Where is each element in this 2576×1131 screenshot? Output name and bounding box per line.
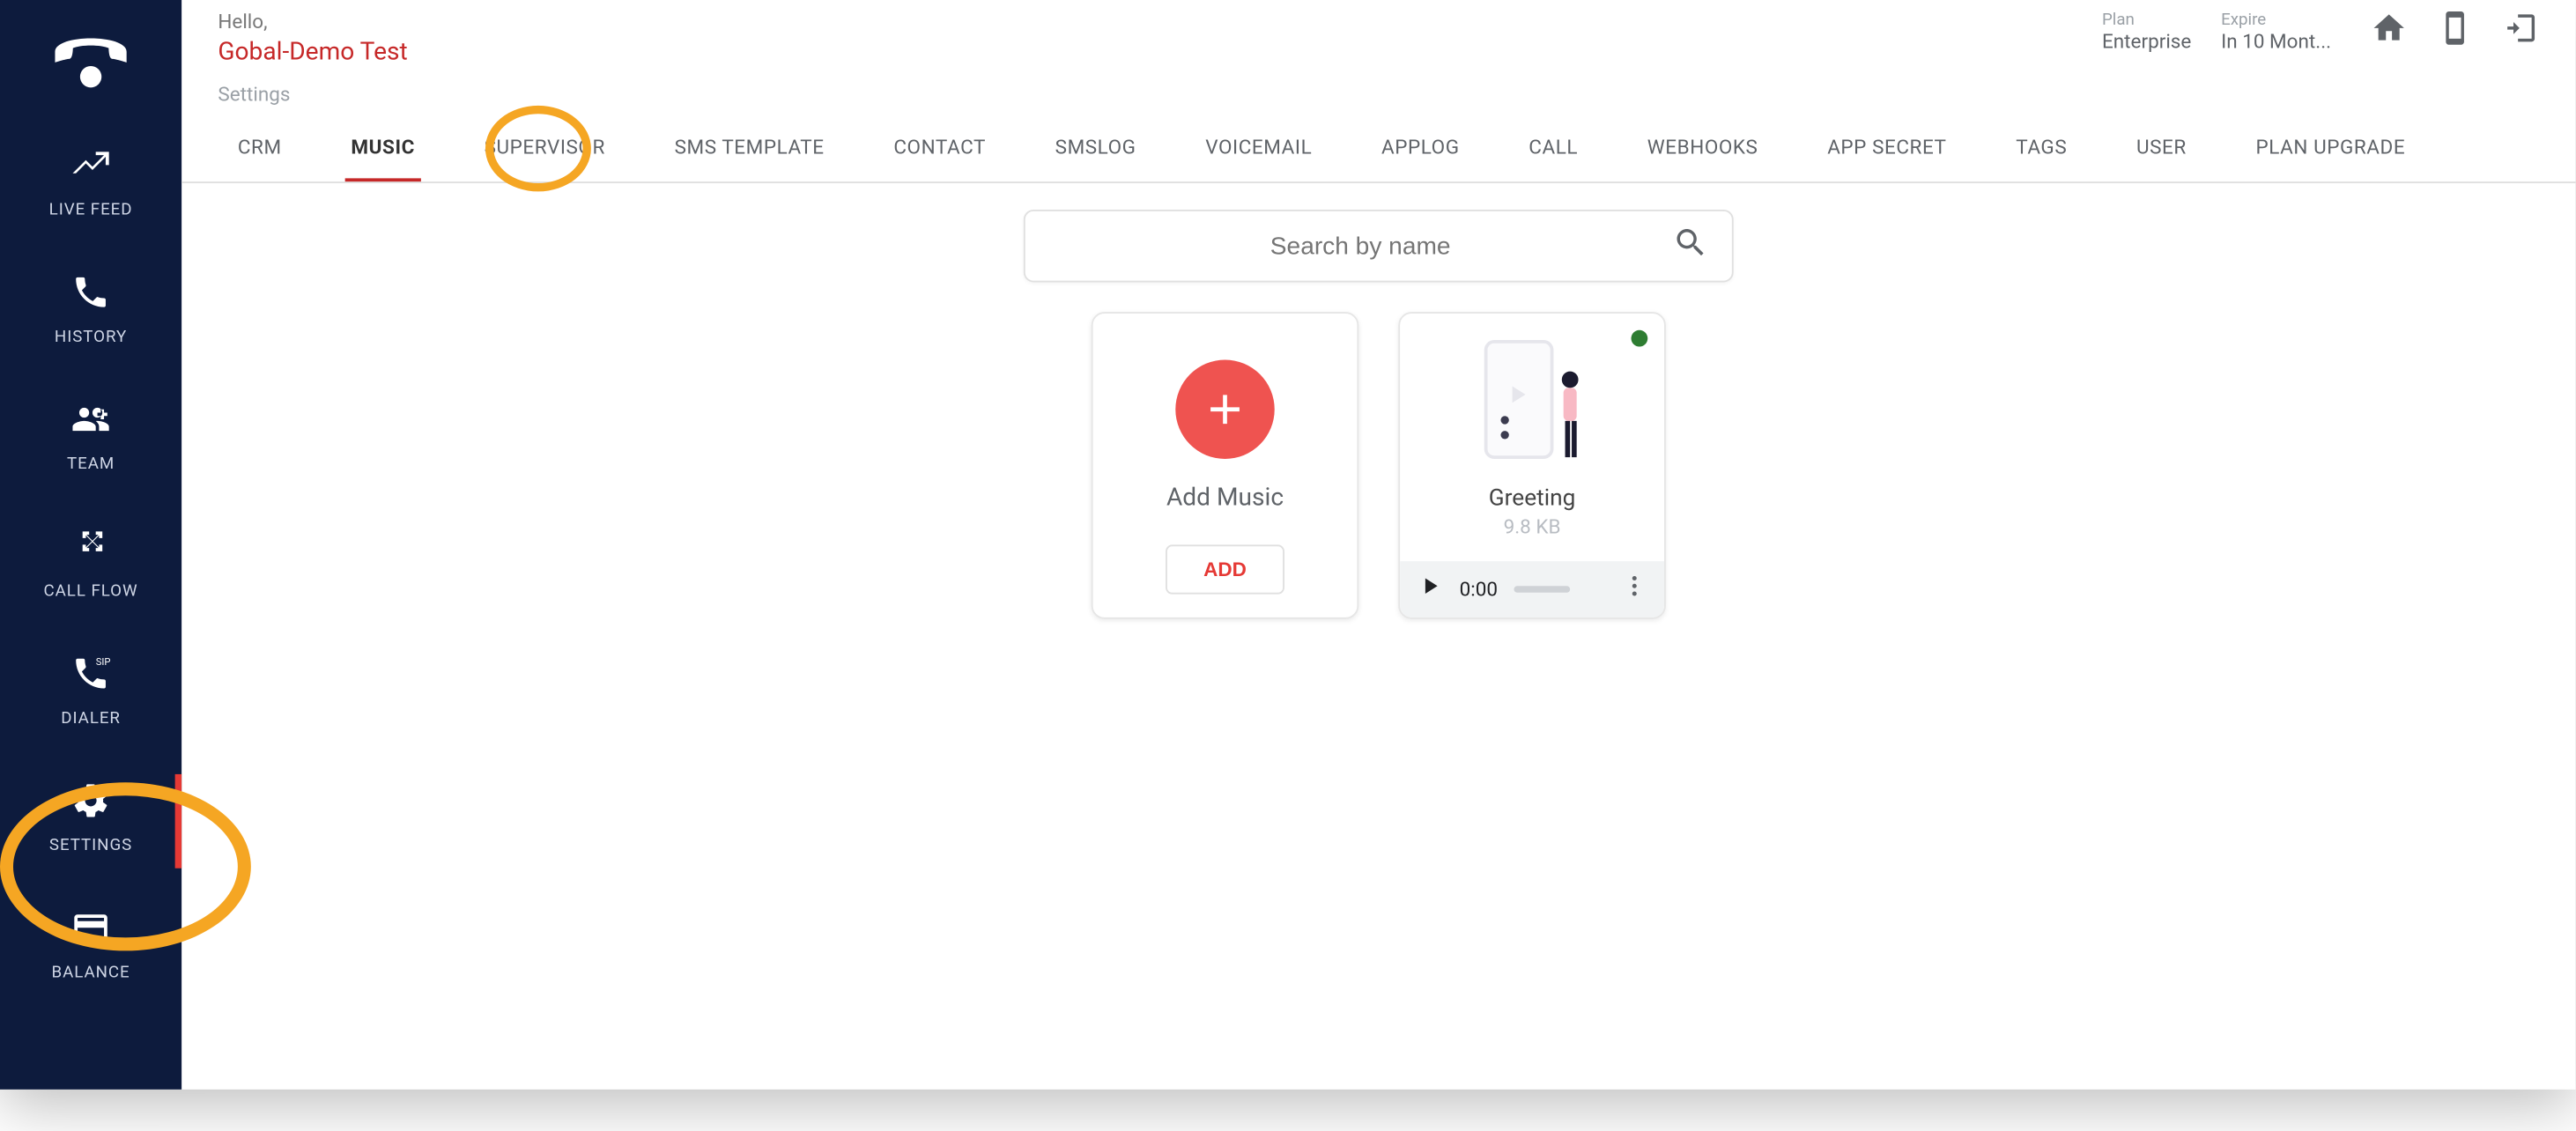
expire-value: In 10 Mont...: [2221, 29, 2331, 52]
content: Add Music ADD Greeting 9.8 KB: [181, 183, 2575, 1090]
tab-contact[interactable]: CONTACT: [887, 122, 993, 181]
app-logo-icon: [48, 26, 133, 92]
dialer-icon: SIP: [71, 654, 111, 699]
music-illustration-icon: [1474, 340, 1589, 469]
tab-user[interactable]: USER: [2129, 122, 2193, 181]
sidebar-item-live-feed[interactable]: LIVE FEED: [0, 122, 181, 249]
breadcrumb: Settings: [181, 66, 2575, 106]
player-time: 0:00: [1460, 578, 1498, 601]
plan-info: Plan Enterprise Expire In 10 Mont...: [2102, 11, 2331, 52]
cards-row: Add Music ADD Greeting 9.8 KB: [1092, 312, 1666, 619]
sidebar-item-call-flow[interactable]: CALL FLOW: [0, 504, 181, 631]
trend-icon: [71, 145, 111, 191]
tab-sms-template[interactable]: SMS TEMPLATE: [668, 122, 831, 181]
music-item-card[interactable]: Greeting 9.8 KB 0:00: [1398, 312, 1666, 619]
sidebar-item-label: CALL FLOW: [44, 583, 138, 602]
play-icon[interactable]: [1417, 573, 1443, 605]
expire-label: Expire: [2221, 11, 2331, 29]
plan-value: Enterprise: [2102, 29, 2191, 52]
phone-icon: [71, 272, 111, 318]
sidebar-item-team[interactable]: TEAM: [0, 376, 181, 503]
home-icon[interactable]: [2371, 10, 2407, 53]
tab-call[interactable]: CALL: [1522, 122, 1585, 181]
sidebar-item-history[interactable]: HISTORY: [0, 249, 181, 376]
search-box[interactable]: [1024, 210, 1734, 282]
gear-icon: [71, 780, 111, 826]
settings-tabs: CRM MUSIC SUPERVISOR SMS TEMPLATE CONTAC…: [181, 106, 2575, 183]
sidebar-item-label: BALANCE: [51, 964, 130, 982]
main-panel: Hello, Gobal-Demo Test Plan Enterprise E…: [181, 0, 2575, 1090]
audio-player: 0:00: [1400, 561, 1664, 617]
music-name: Greeting: [1489, 485, 1576, 512]
sidebar-item-settings[interactable]: SETTINGS: [0, 758, 181, 884]
tab-applog[interactable]: APPLOG: [1374, 122, 1466, 181]
tab-music[interactable]: MUSIC: [344, 122, 421, 181]
greeting-block: Hello, Gobal-Demo Test: [218, 10, 407, 66]
sidebar-item-label: DIALER: [61, 710, 121, 728]
status-dot-icon: [1632, 330, 1648, 347]
tab-voicemail[interactable]: VOICEMAIL: [1199, 122, 1319, 181]
topbar: Hello, Gobal-Demo Test Plan Enterprise E…: [181, 0, 2575, 66]
add-circle-icon[interactable]: [1175, 360, 1274, 459]
sidebar-item-label: TEAM: [67, 455, 115, 474]
tab-plan-upgrade[interactable]: PLAN UPGRADE: [2249, 122, 2412, 181]
sidebar-item-label: LIVE FEED: [49, 202, 133, 220]
logout-icon[interactable]: [2503, 10, 2539, 53]
sidebar-item-label: HISTORY: [55, 329, 127, 347]
tab-smslog[interactable]: SMSLOG: [1048, 122, 1143, 181]
split-icon: [71, 527, 111, 573]
add-button[interactable]: ADD: [1166, 544, 1284, 594]
tab-crm[interactable]: CRM: [231, 122, 288, 181]
sidebar-item-label: SETTINGS: [49, 837, 132, 855]
plan-label: Plan: [2102, 11, 2191, 29]
more-icon[interactable]: [1621, 573, 1647, 605]
search-input[interactable]: [1048, 232, 1672, 260]
sidebar-item-balance[interactable]: BALANCE: [0, 884, 181, 1011]
sidebar-item-dialer[interactable]: SIP DIALER: [0, 631, 181, 758]
sidebar: LIVE FEED HISTORY TEAM CALL FLOW SIP DIA…: [0, 0, 181, 1090]
add-music-card: Add Music ADD: [1092, 312, 1359, 619]
tab-app-secret[interactable]: APP SECRET: [1821, 122, 1953, 181]
progress-bar[interactable]: [1514, 586, 1571, 592]
card-icon: [71, 908, 111, 954]
user-name: Gobal-Demo Test: [218, 36, 407, 66]
tab-tags[interactable]: TAGS: [2010, 122, 2074, 181]
svg-text:SIP: SIP: [96, 656, 111, 668]
tab-supervisor[interactable]: SUPERVISOR: [477, 122, 611, 181]
add-music-title: Add Music: [1166, 482, 1284, 512]
search-icon[interactable]: [1672, 225, 1708, 268]
top-right: Plan Enterprise Expire In 10 Mont...: [2102, 10, 2539, 53]
tab-webhooks[interactable]: WEBHOOKS: [1640, 122, 1765, 181]
team-icon: [71, 400, 111, 446]
hello-label: Hello,: [218, 10, 407, 33]
mobile-icon[interactable]: [2437, 10, 2473, 53]
music-size: 9.8 KB: [1504, 515, 1561, 538]
